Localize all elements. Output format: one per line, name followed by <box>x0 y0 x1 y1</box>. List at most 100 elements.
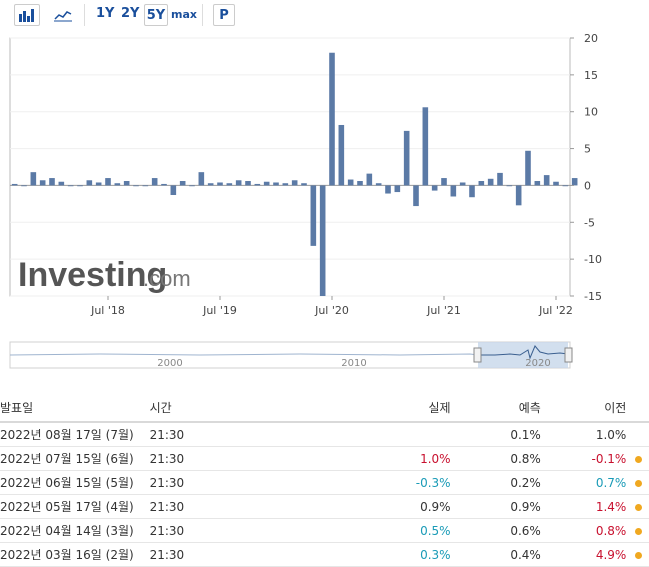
bar[interactable] <box>11 183 18 186</box>
bar[interactable] <box>543 175 550 186</box>
navigator-right-handle[interactable] <box>564 347 573 363</box>
range-navigator[interactable]: 2000 2010 2020 <box>0 338 649 378</box>
line-chart-button[interactable] <box>50 4 76 26</box>
x-tick-label: Jul '20 <box>314 304 349 317</box>
bar[interactable] <box>562 185 569 187</box>
revision-dot-icon[interactable] <box>634 551 642 559</box>
bar[interactable] <box>189 185 195 187</box>
bar[interactable] <box>263 181 270 186</box>
bar[interactable] <box>179 181 186 186</box>
bar[interactable] <box>357 181 363 186</box>
bar[interactable] <box>123 181 130 186</box>
bar[interactable] <box>422 107 429 186</box>
bar[interactable] <box>385 185 391 194</box>
bar[interactable] <box>478 181 485 186</box>
bar[interactable] <box>450 185 457 197</box>
header-time[interactable]: 시간 <box>148 393 220 423</box>
bar[interactable] <box>413 185 419 207</box>
range-2y-button[interactable]: 2Y <box>121 6 139 21</box>
bar[interactable] <box>67 185 74 187</box>
row-time: 21:30 <box>148 518 220 543</box>
revision-dot-icon[interactable] <box>634 503 642 511</box>
bar[interactable] <box>497 172 503 186</box>
bar[interactable] <box>198 172 205 186</box>
range-5y-button[interactable]: 5Y <box>144 4 168 26</box>
bar[interactable] <box>394 185 401 193</box>
bar[interactable] <box>254 183 261 186</box>
header-blank <box>627 393 649 423</box>
bar-chart-button[interactable] <box>14 4 40 26</box>
bar[interactable] <box>39 180 46 186</box>
bar[interactable] <box>329 52 335 186</box>
bar[interactable] <box>151 178 158 186</box>
bar[interactable] <box>105 178 111 186</box>
bar[interactable] <box>170 185 177 196</box>
header-date[interactable]: 발표일 <box>0 393 149 423</box>
bar[interactable] <box>245 181 251 186</box>
bar[interactable] <box>469 185 475 198</box>
bar[interactable] <box>366 173 373 186</box>
row-actual: -0.3% <box>219 470 452 495</box>
table-header-row: 발표일 시간 실제 예측 이전 <box>0 393 649 423</box>
bar[interactable] <box>571 178 578 186</box>
table-row: 2022년 08월 17일 (7월) 21:30 0.1% 1.0% <box>0 422 649 447</box>
table-row: 2022년 03월 16일 (2월) 21:30 0.3% 0.4% 4.9% <box>0 542 649 567</box>
bar[interactable] <box>441 178 447 186</box>
row-actual: 0.5% <box>219 518 452 543</box>
bar[interactable] <box>133 185 139 187</box>
bar[interactable] <box>534 181 541 186</box>
watermark-suffix: .com <box>143 266 191 291</box>
bar[interactable] <box>114 183 121 186</box>
bar[interactable] <box>77 185 83 187</box>
bar[interactable] <box>226 183 233 186</box>
row-revision-marker <box>627 542 649 567</box>
bar[interactable] <box>235 180 242 186</box>
bar[interactable] <box>273 182 279 186</box>
bar[interactable] <box>142 185 149 187</box>
bar[interactable] <box>553 181 559 186</box>
row-date: 2022년 04월 14일 (3월) <box>0 518 149 543</box>
history-table: 발표일 시간 실제 예측 이전 2022년 08월 17일 (7월) 21:30 0… <box>0 393 649 567</box>
bar[interactable] <box>301 183 307 186</box>
bar[interactable] <box>21 185 27 187</box>
bar[interactable] <box>347 179 354 186</box>
bar[interactable] <box>515 185 522 206</box>
bar[interactable] <box>291 180 298 186</box>
bar[interactable] <box>403 130 410 186</box>
revision-dot-icon[interactable] <box>634 455 642 463</box>
row-time: 21:30 <box>148 422 220 447</box>
row-previous: 4.9% <box>541 542 628 567</box>
revision-dot-icon[interactable] <box>634 527 642 535</box>
bar[interactable] <box>49 178 55 186</box>
bar[interactable] <box>319 185 326 296</box>
row-forecast: 0.4% <box>451 542 542 567</box>
p-button[interactable]: P <box>213 4 235 26</box>
row-revision-marker <box>627 470 649 495</box>
range-max-button[interactable]: max <box>171 8 197 21</box>
range-1y-button[interactable]: 1Y <box>96 6 114 21</box>
navigator-left-handle[interactable] <box>473 347 482 363</box>
bar[interactable] <box>338 124 345 186</box>
revision-dot-icon[interactable] <box>634 479 642 487</box>
bar[interactable] <box>86 180 93 186</box>
bar[interactable] <box>506 185 513 187</box>
header-forecast[interactable]: 예측 <box>451 393 542 423</box>
bar[interactable] <box>431 185 438 191</box>
header-actual[interactable]: 실제 <box>219 393 452 423</box>
bar[interactable] <box>95 182 102 186</box>
bar[interactable] <box>30 172 37 186</box>
bar[interactable] <box>282 183 289 186</box>
bar[interactable] <box>161 183 167 186</box>
bar[interactable] <box>207 183 214 186</box>
bar[interactable] <box>310 185 317 246</box>
bar[interactable] <box>217 182 223 186</box>
bar[interactable] <box>487 178 494 186</box>
bar[interactable] <box>375 183 382 186</box>
bar[interactable] <box>58 181 65 186</box>
y-tick-label: 5 <box>584 143 591 156</box>
x-axis-ticks: Jul '18 Jul '19 Jul '20 Jul '21 Jul '22 <box>90 296 573 317</box>
header-previous[interactable]: 이전 <box>541 393 628 423</box>
row-revision-marker <box>627 422 649 447</box>
bar[interactable] <box>459 182 466 186</box>
bar[interactable] <box>525 150 531 186</box>
